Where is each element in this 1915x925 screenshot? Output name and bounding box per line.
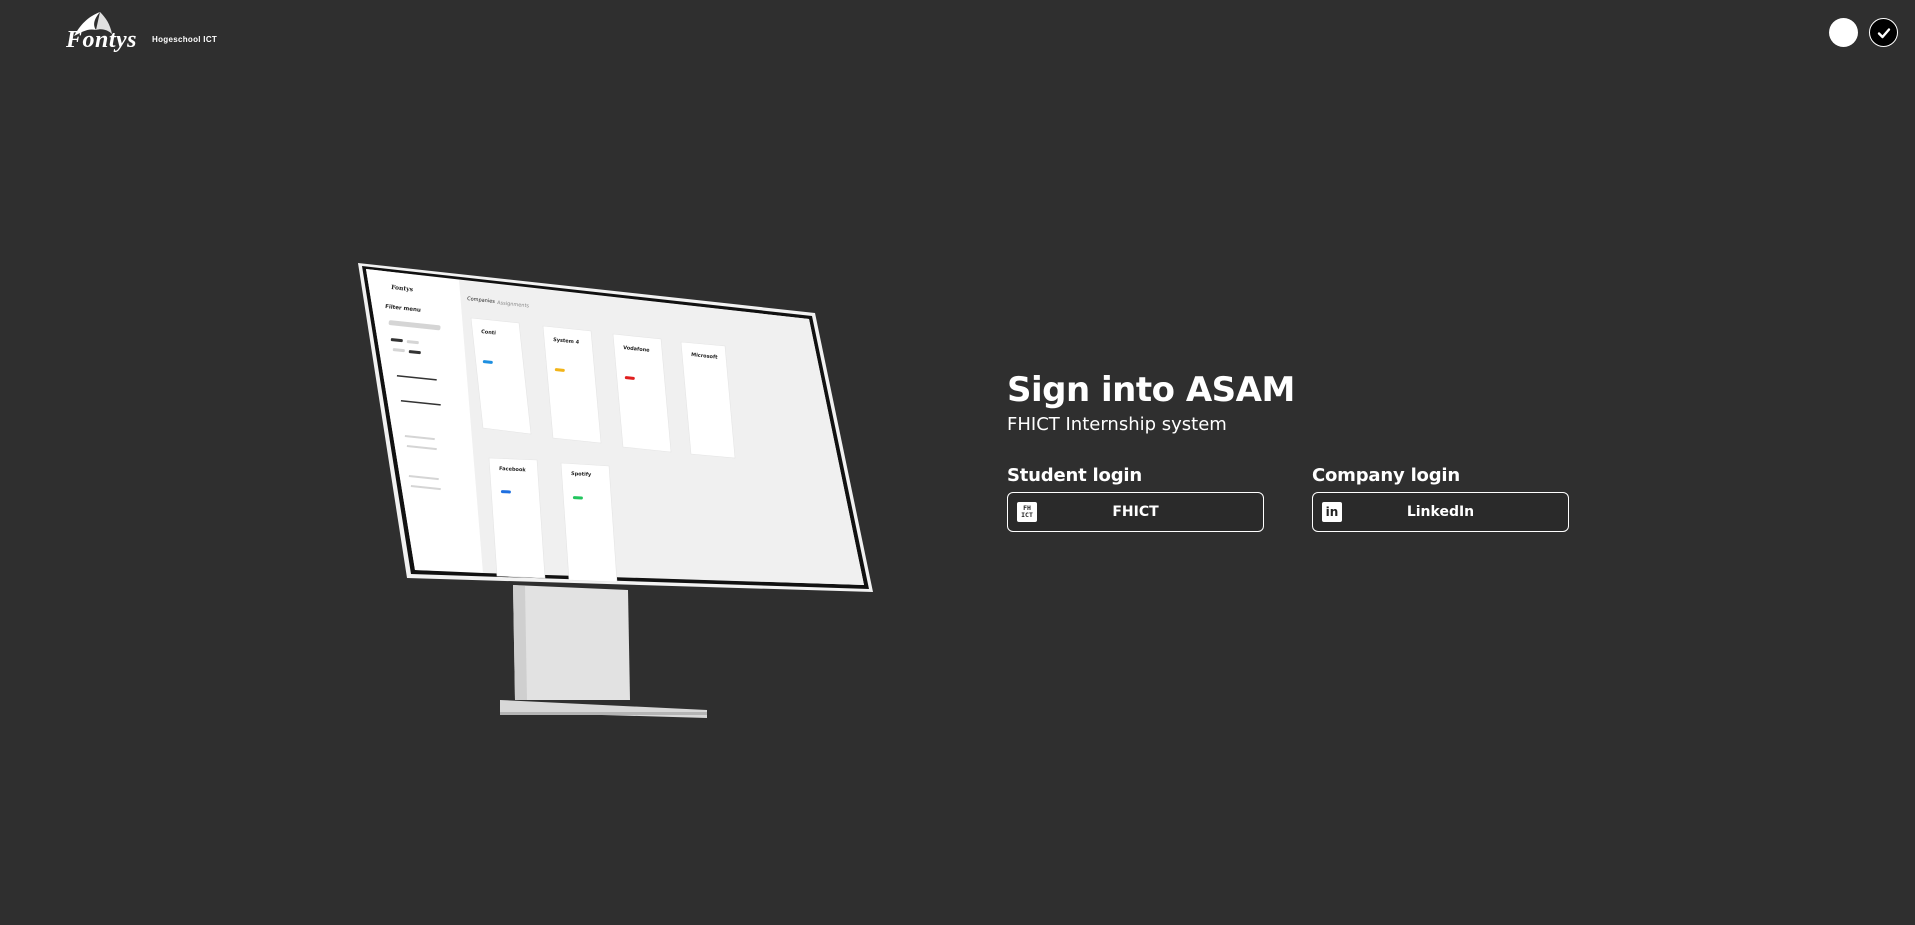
linkedin-login-label: LinkedIn	[1406, 504, 1475, 520]
screen-card-title: Spotify	[571, 471, 592, 478]
monitor-illustration: Fontys Filter menu Companies Assignments…	[358, 263, 873, 718]
company-login-heading: Company login	[1312, 465, 1460, 486]
monitor-stand	[513, 585, 630, 700]
monitor-base	[500, 700, 707, 718]
page-subtitle: FHICT Internship system	[1007, 414, 1227, 435]
logo-mark: Fontys	[60, 8, 140, 54]
fhict-login-button[interactable]: FH ICT FHICT	[1007, 492, 1264, 532]
linkedin-login-button[interactable]: in LinkedIn	[1312, 492, 1569, 532]
page-title: Sign into ASAM	[1007, 370, 1295, 410]
fhict-login-label: FHICT	[1112, 504, 1159, 520]
check-icon	[1877, 27, 1890, 38]
top-controls	[1829, 18, 1898, 47]
fontys-logo: Fontys Hogeschool ICT	[60, 8, 217, 54]
company-login-section: Company login in LinkedIn	[1312, 465, 1569, 532]
linkedin-icon: in	[1322, 502, 1342, 522]
student-login-heading: Student login	[1007, 465, 1142, 486]
login-options: Student login FH ICT FHICT Company login …	[1007, 465, 1569, 532]
confirm-toggle[interactable]	[1869, 18, 1898, 47]
logo-subtitle: Hogeschool ICT	[152, 35, 218, 44]
theme-toggle-light[interactable]	[1829, 18, 1858, 47]
fhict-logo-icon: FH ICT	[1017, 502, 1037, 522]
logo-wordmark: Fontys	[66, 27, 138, 53]
signin-panel: Sign into ASAM FHICT Internship system S…	[1007, 370, 1569, 532]
student-login-section: Student login FH ICT FHICT	[1007, 465, 1264, 532]
